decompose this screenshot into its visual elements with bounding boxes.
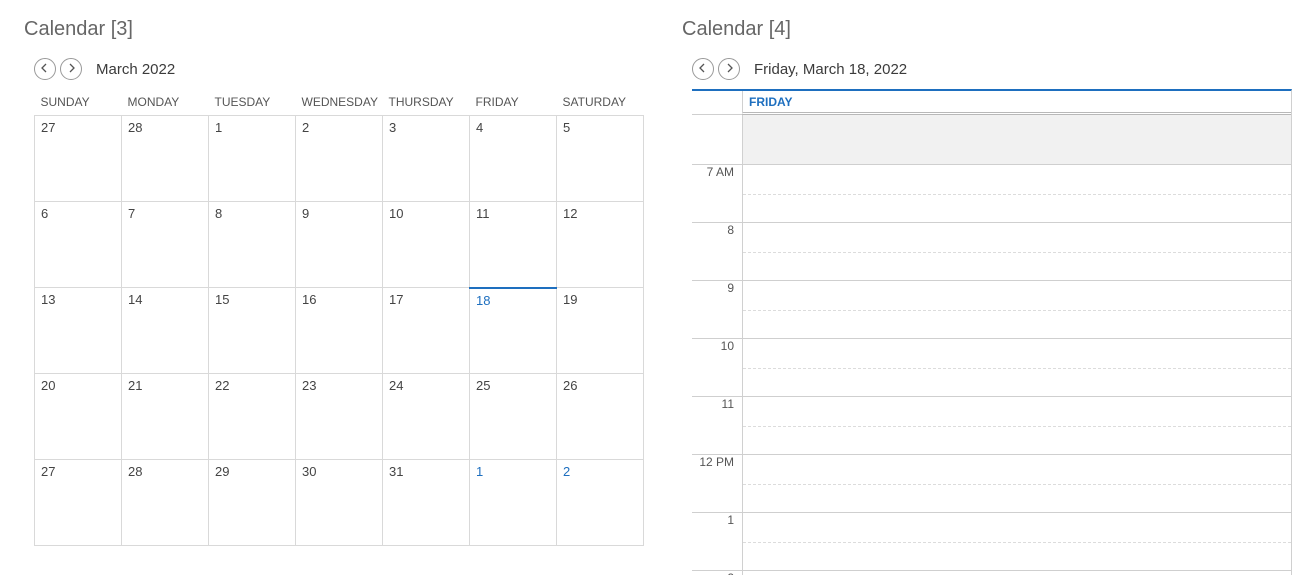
month-day-cell[interactable]: 1 xyxy=(209,116,296,202)
month-day-cell[interactable]: 18 xyxy=(470,288,557,374)
hour-label: 2 xyxy=(692,571,742,575)
hour-slot[interactable] xyxy=(742,339,1291,397)
month-day-cell[interactable]: 7 xyxy=(122,202,209,288)
hour-row: 11 xyxy=(692,397,1292,455)
month-day-header: SUNDAY xyxy=(35,89,122,116)
hour-slot[interactable] xyxy=(742,223,1291,281)
month-day-cell[interactable]: 23 xyxy=(296,374,383,460)
allday-row xyxy=(692,115,1292,165)
day-view: FRIDAY 7 AM89101112 PM12 xyxy=(692,89,1292,575)
month-day-cell[interactable]: 20 xyxy=(35,374,122,460)
month-day-header: WEDNESDAY xyxy=(296,89,383,116)
panel-title-left: Calendar [3] xyxy=(24,18,634,41)
prev-day-button[interactable] xyxy=(692,58,714,80)
month-day-cell[interactable]: 27 xyxy=(35,460,122,546)
allday-gutter xyxy=(692,115,742,165)
month-grid: SUNDAYMONDAYTUESDAYWEDNESDAYTHURSDAYFRID… xyxy=(34,89,644,546)
month-day-cell[interactable]: 26 xyxy=(557,374,644,460)
hour-slot[interactable] xyxy=(742,571,1291,575)
hour-row: 9 xyxy=(692,281,1292,339)
calendar-day-panel: Calendar [4] Friday, March 18, 2022 FRID… xyxy=(658,0,1316,575)
day-label: Friday, March 18, 2022 xyxy=(754,61,907,78)
month-day-header: THURSDAY xyxy=(383,89,470,116)
month-day-cell[interactable]: 2 xyxy=(557,460,644,546)
month-day-header: SATURDAY xyxy=(557,89,644,116)
month-day-cell[interactable]: 27 xyxy=(35,116,122,202)
allday-slot[interactable] xyxy=(742,115,1291,165)
arrow-right-icon xyxy=(66,60,76,78)
arrow-left-icon xyxy=(40,60,50,78)
hour-row: 12 PM xyxy=(692,455,1292,513)
month-day-cell[interactable]: 17 xyxy=(383,288,470,374)
month-label: March 2022 xyxy=(96,61,175,78)
month-day-cell[interactable]: 9 xyxy=(296,202,383,288)
month-day-cell[interactable]: 31 xyxy=(383,460,470,546)
month-day-cell[interactable]: 30 xyxy=(296,460,383,546)
month-day-cell[interactable]: 19 xyxy=(557,288,644,374)
month-day-cell[interactable]: 29 xyxy=(209,460,296,546)
month-day-cell[interactable]: 13 xyxy=(35,288,122,374)
month-day-header: MONDAY xyxy=(122,89,209,116)
month-day-cell[interactable]: 8 xyxy=(209,202,296,288)
next-day-button[interactable] xyxy=(718,58,740,80)
day-header: FRIDAY xyxy=(692,89,1292,115)
hour-slot[interactable] xyxy=(742,397,1291,455)
arrow-left-icon xyxy=(698,60,708,78)
prev-month-button[interactable] xyxy=(34,58,56,80)
month-day-cell[interactable]: 11 xyxy=(470,202,557,288)
calendar-month-panel: Calendar [3] March 2022 SUNDAYMONDAYTUES… xyxy=(0,0,658,575)
day-header-gutter xyxy=(692,91,742,115)
month-day-cell[interactable]: 22 xyxy=(209,374,296,460)
hour-row: 2 xyxy=(692,571,1292,575)
month-day-cell[interactable]: 5 xyxy=(557,116,644,202)
panel-title-right: Calendar [4] xyxy=(682,18,1292,41)
arrow-right-icon xyxy=(724,60,734,78)
month-day-cell[interactable]: 15 xyxy=(209,288,296,374)
month-day-cell[interactable]: 12 xyxy=(557,202,644,288)
hour-row: 10 xyxy=(692,339,1292,397)
hour-label: 1 xyxy=(692,513,742,571)
hour-label: 8 xyxy=(692,223,742,281)
hour-label: 11 xyxy=(692,397,742,455)
day-nav: Friday, March 18, 2022 xyxy=(692,55,1292,83)
next-month-button[interactable] xyxy=(60,58,82,80)
month-day-cell[interactable]: 21 xyxy=(122,374,209,460)
hour-label: 7 AM xyxy=(692,165,742,223)
hour-row: 7 AM xyxy=(692,165,1292,223)
hour-slot[interactable] xyxy=(742,165,1291,223)
hour-row: 1 xyxy=(692,513,1292,571)
hour-row: 8 xyxy=(692,223,1292,281)
hour-label: 9 xyxy=(692,281,742,339)
month-day-cell[interactable]: 2 xyxy=(296,116,383,202)
hour-slot[interactable] xyxy=(742,281,1291,339)
hour-label: 12 PM xyxy=(692,455,742,513)
month-day-header: TUESDAY xyxy=(209,89,296,116)
month-day-cell[interactable]: 28 xyxy=(122,460,209,546)
month-day-cell[interactable]: 10 xyxy=(383,202,470,288)
month-day-cell[interactable]: 28 xyxy=(122,116,209,202)
month-day-cell[interactable]: 16 xyxy=(296,288,383,374)
month-day-cell[interactable]: 1 xyxy=(470,460,557,546)
month-day-cell[interactable]: 24 xyxy=(383,374,470,460)
month-day-cell[interactable]: 6 xyxy=(35,202,122,288)
hour-label: 10 xyxy=(692,339,742,397)
month-day-cell[interactable]: 25 xyxy=(470,374,557,460)
day-header-label[interactable]: FRIDAY xyxy=(742,91,1291,115)
month-day-cell[interactable]: 14 xyxy=(122,288,209,374)
hour-slot[interactable] xyxy=(742,455,1291,513)
month-day-cell[interactable]: 3 xyxy=(383,116,470,202)
month-nav: March 2022 xyxy=(34,55,634,83)
hour-slot[interactable] xyxy=(742,513,1291,571)
month-day-header: FRIDAY xyxy=(470,89,557,116)
month-day-cell[interactable]: 4 xyxy=(470,116,557,202)
